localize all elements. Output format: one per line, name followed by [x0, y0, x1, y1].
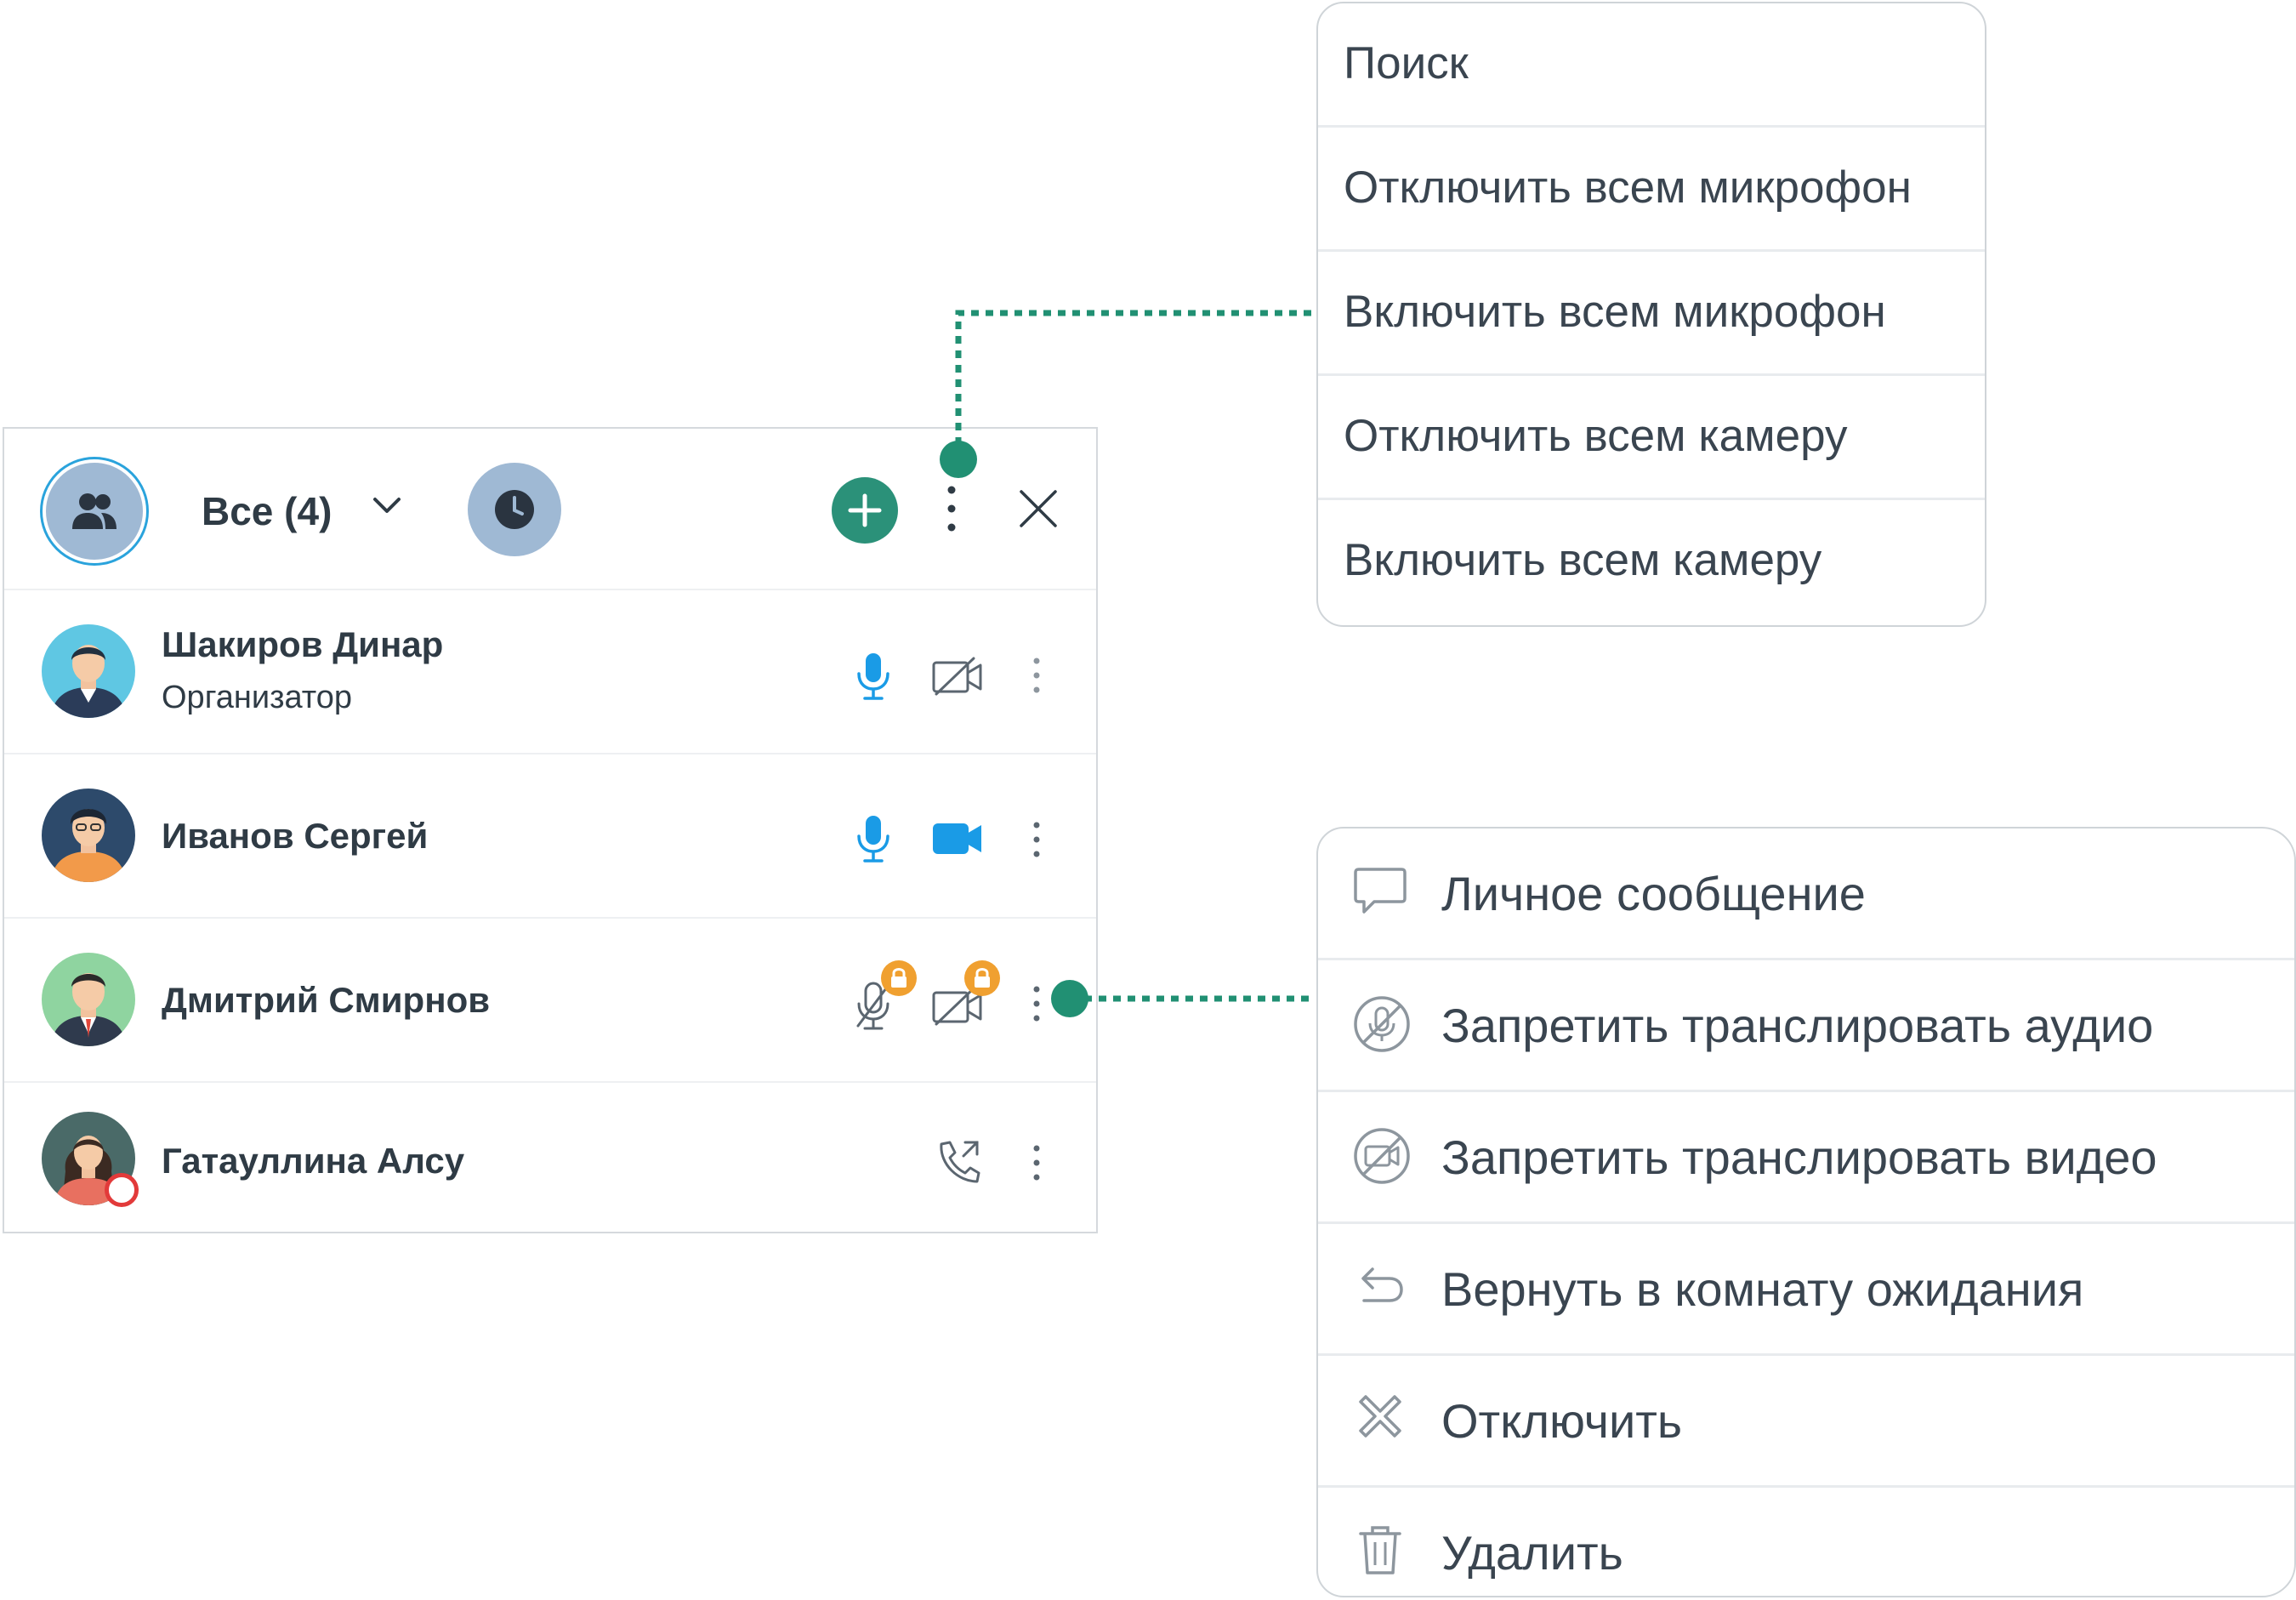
callout-dot-header [940, 441, 977, 478]
callout-line-header [955, 310, 1314, 459]
callout-dot-row [1051, 980, 1088, 1017]
callout-connectors [940, 310, 1314, 1017]
